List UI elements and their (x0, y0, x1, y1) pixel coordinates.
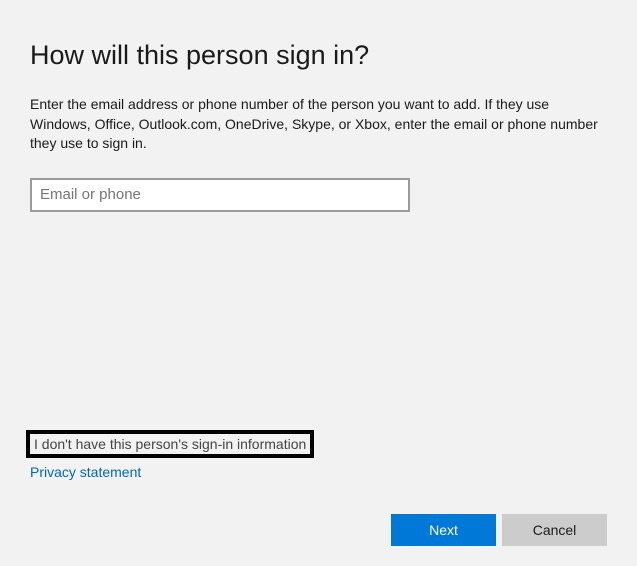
privacy-statement-link[interactable]: Privacy statement (26, 464, 314, 480)
bottom-links: I don't have this person's sign-in infor… (26, 430, 314, 480)
button-row: Next Cancel (391, 514, 607, 546)
description-text: Enter the email address or phone number … (30, 95, 600, 154)
next-button[interactable]: Next (391, 514, 496, 546)
page-title: How will this person sign in? (30, 40, 607, 71)
signin-dialog: How will this person sign in? Enter the … (0, 0, 637, 566)
cancel-button[interactable]: Cancel (502, 514, 607, 546)
no-signin-info-link[interactable]: I don't have this person's sign-in infor… (26, 430, 314, 458)
email-phone-input[interactable] (30, 178, 410, 212)
